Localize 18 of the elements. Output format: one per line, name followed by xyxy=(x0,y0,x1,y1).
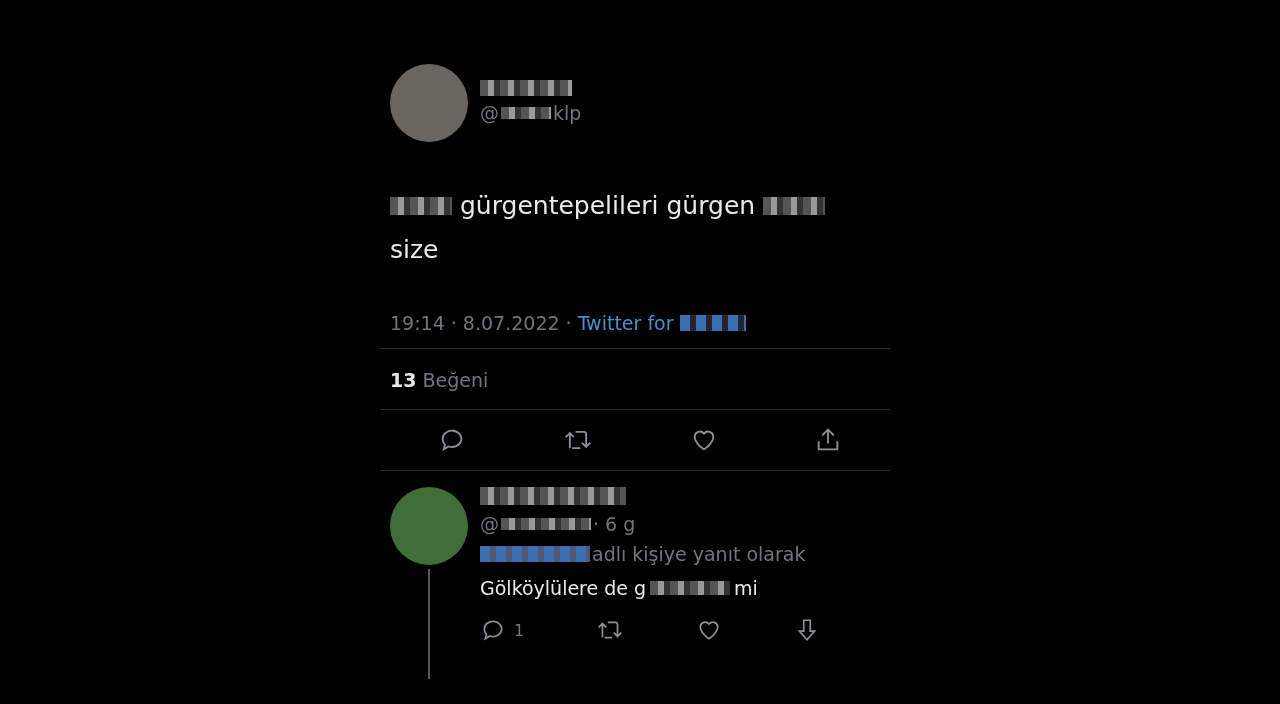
handle-prefix: @ xyxy=(480,102,499,124)
handle-suffix: klp xyxy=(553,102,582,124)
tweet-text: size xyxy=(390,234,439,266)
redacted-source xyxy=(679,315,746,331)
reply-to-label: adlı kişiye yanıt olarak xyxy=(592,543,806,565)
timestamp: 19:14 · 8.07.2022 · xyxy=(390,312,572,334)
redacted-word xyxy=(390,197,452,215)
source-link[interactable]: Twitter for xyxy=(577,312,674,334)
reply-count: 1 xyxy=(514,620,525,640)
like-count: 13 xyxy=(390,369,417,391)
reply-text: mi xyxy=(734,577,758,599)
reply-text: Gölköylülere de g xyxy=(480,577,647,599)
reply-age: · 6 g xyxy=(593,513,636,535)
redacted-word xyxy=(763,197,826,215)
like-label[interactable]: Beğeni xyxy=(422,369,489,391)
handle-prefix: @ xyxy=(480,513,499,535)
tweet-text: gürgentepelileri gürgen xyxy=(460,190,756,222)
redacted-handle xyxy=(501,107,551,119)
